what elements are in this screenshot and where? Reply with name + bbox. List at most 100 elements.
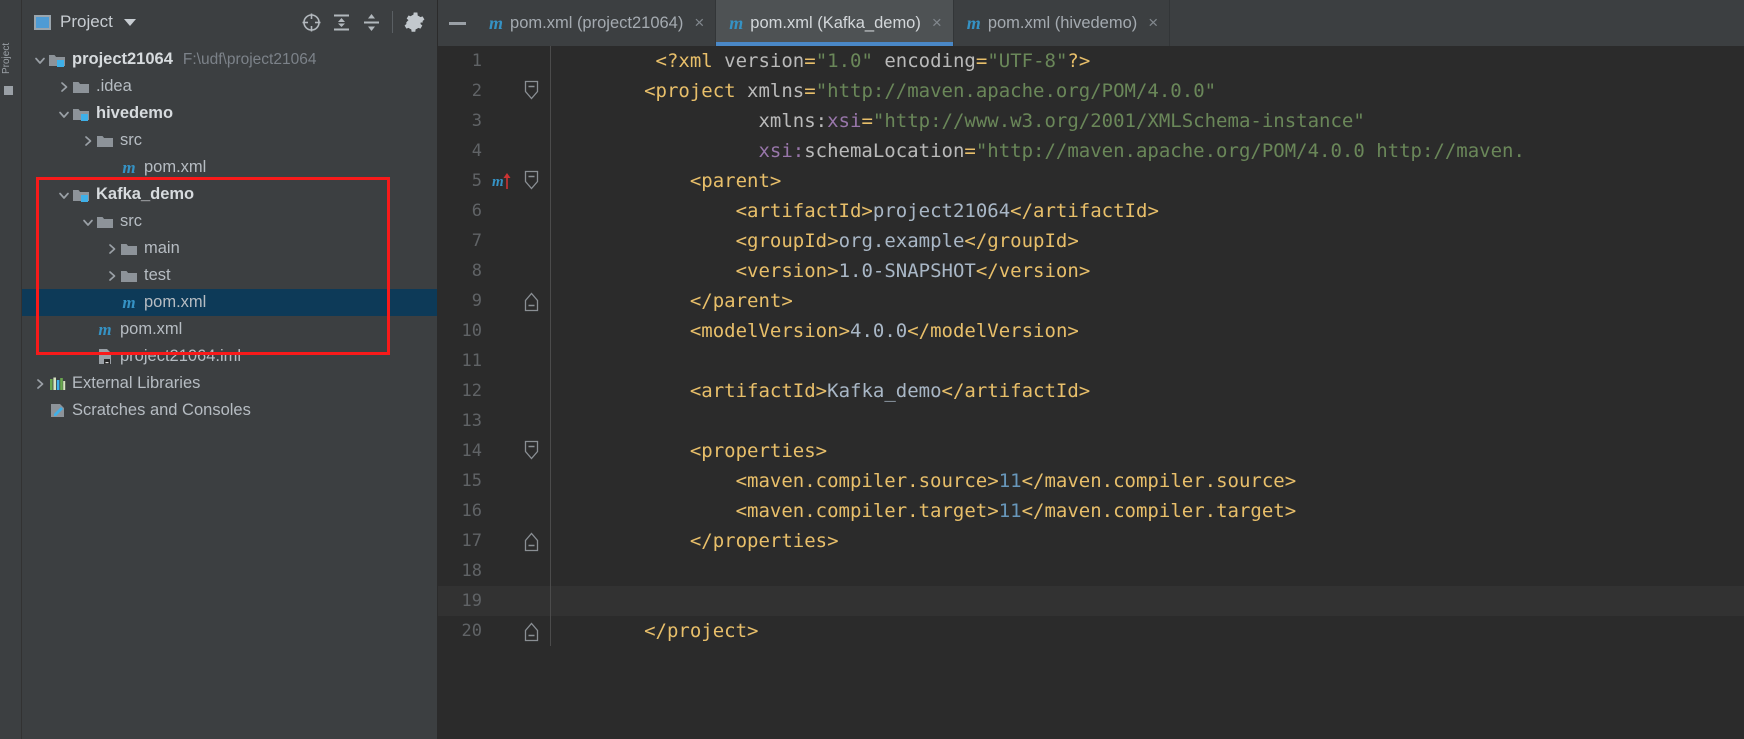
tree-twisty-empty	[32, 397, 47, 424]
code-line-12[interactable]: 12 <artifactId>Kafka_demo</artifactId>	[438, 376, 1744, 406]
gutter-separator	[546, 496, 556, 526]
fold-slot-empty	[516, 316, 546, 346]
project-panel-header: Project	[22, 0, 437, 44]
code-line-13[interactable]: 13	[438, 406, 1744, 436]
tree-item-kafka-src[interactable]: src	[22, 208, 437, 235]
folder-icon	[119, 235, 139, 262]
tree-item-kafka-test[interactable]: test	[22, 262, 437, 289]
tree-item-label: .idea	[96, 77, 132, 95]
tree-twisty-empty	[80, 343, 95, 370]
fold-slot-empty	[516, 46, 546, 76]
code-line-10[interactable]: 10 <modelVersion>4.0.0</modelVersion>	[438, 316, 1744, 346]
editor-tab-1[interactable]: m pom.xml (Kafka_demo) ×	[716, 0, 954, 46]
module-folder-icon	[71, 181, 91, 208]
code-line-3[interactable]: 3 xmlns:xsi="http://www.w3.org/2001/XMLS…	[438, 106, 1744, 136]
folder-icon	[71, 73, 91, 100]
gutter-marker-slot	[490, 136, 516, 166]
fold-collapse-icon[interactable]	[516, 76, 546, 106]
line-number: 10	[461, 321, 482, 341]
collapse-all-icon[interactable]	[356, 7, 386, 37]
fold-collapse-icon[interactable]	[516, 166, 546, 196]
tree-item-iml[interactable]: project21064.iml	[22, 343, 437, 370]
gutter-separator	[546, 136, 556, 166]
code-line-19[interactable]: 19	[438, 586, 1744, 616]
fold-slot-empty	[516, 556, 546, 586]
project-tool-window: Project project21064 F:\udf\project21064…	[22, 0, 438, 739]
tree-item-kafka-demo[interactable]: Kafka_demo	[22, 181, 437, 208]
gutter-separator	[546, 166, 556, 196]
code-editor[interactable]: 1 <?xml version="1.0" encoding="UTF-8"?>…	[438, 46, 1744, 739]
chevron-right-icon[interactable]	[104, 262, 119, 289]
fold-end-icon[interactable]	[516, 616, 546, 646]
gutter-separator	[546, 586, 556, 616]
line-number: 13	[461, 411, 482, 431]
fold-collapse-icon[interactable]	[516, 436, 546, 466]
tree-item-kafka-pom[interactable]: m pom.xml	[22, 289, 437, 316]
tree-item-label: main	[144, 239, 180, 257]
code-line-9[interactable]: 9 </parent>	[438, 286, 1744, 316]
code-line-16[interactable]: 16 <maven.compiler.target>11</maven.comp…	[438, 496, 1744, 526]
code-line-4[interactable]: 4 xsi:schemaLocation="http://maven.apach…	[438, 136, 1744, 166]
project-tree[interactable]: project21064 F:\udf\project21064 .idea hive…	[22, 44, 437, 739]
editor-tab-2[interactable]: m pom.xml (hivedemo) ×	[954, 0, 1171, 46]
expand-all-icon[interactable]	[326, 7, 356, 37]
code-line-8[interactable]: 8 <version>1.0-SNAPSHOT</version>	[438, 256, 1744, 286]
code-line-2[interactable]: 2 <project xmlns="http://maven.apache.or…	[438, 76, 1744, 106]
gutter-separator	[546, 226, 556, 256]
code-line-14[interactable]: 14 <properties>	[438, 436, 1744, 466]
tool-window-tab-project[interactable]: Project	[1, 4, 21, 74]
tree-item-kafka-main[interactable]: main	[22, 235, 437, 262]
settings-gear-icon[interactable]	[399, 7, 429, 37]
fold-slot-empty	[516, 346, 546, 376]
tree-item-hivedemo[interactable]: hivedemo	[22, 100, 437, 127]
select-opened-file-icon[interactable]	[296, 7, 326, 37]
code-line-text: <?xml version="1.0" encoding="UTF-8"?>	[564, 50, 1091, 72]
line-number: 3	[471, 111, 482, 131]
fold-end-icon[interactable]	[516, 286, 546, 316]
tree-item-hivedemo-pom[interactable]: m pom.xml	[22, 154, 437, 181]
gutter-separator	[546, 436, 556, 466]
code-line-text: <modelVersion>4.0.0</modelVersion>	[564, 320, 1079, 342]
chevron-right-icon[interactable]	[104, 235, 119, 262]
gutter-marker-slot	[490, 316, 516, 346]
chevron-right-icon[interactable]	[56, 73, 71, 100]
chevron-down-icon[interactable]	[56, 100, 71, 127]
code-line-5[interactable]: 5m <parent>	[438, 166, 1744, 196]
code-line-15[interactable]: 15 <maven.compiler.source>11</maven.comp…	[438, 466, 1744, 496]
code-line-1[interactable]: 1 <?xml version="1.0" encoding="UTF-8"?>	[438, 46, 1744, 76]
code-line-18[interactable]: 18	[438, 556, 1744, 586]
chevron-down-icon[interactable]	[80, 208, 95, 235]
editor-tab-0[interactable]: m pom.xml (project21064) ×	[476, 0, 717, 46]
chevron-down-icon[interactable]	[32, 46, 47, 73]
iml-file-icon	[95, 343, 115, 370]
gutter-marker-slot	[490, 256, 516, 286]
tree-item-external-libs[interactable]: External Libraries	[22, 370, 437, 397]
tree-item-root-pom[interactable]: m pom.xml	[22, 316, 437, 343]
chevron-down-icon[interactable]	[56, 181, 71, 208]
close-icon[interactable]: ×	[1148, 13, 1158, 33]
code-line-7[interactable]: 7 <groupId>org.example</groupId>	[438, 226, 1744, 256]
chevron-right-icon[interactable]	[80, 127, 95, 154]
chevron-right-icon[interactable]	[32, 370, 47, 397]
code-line-20[interactable]: 20 </project>	[438, 616, 1744, 646]
gutter-separator	[546, 466, 556, 496]
tool-window-tab-structure-icon[interactable]	[4, 86, 13, 95]
code-line-6[interactable]: 6 <artifactId>project21064</artifactId>	[438, 196, 1744, 226]
chevron-down-icon[interactable]	[123, 18, 136, 26]
tree-item-project21064[interactable]: project21064 F:\udf\project21064	[22, 46, 437, 73]
fold-slot-empty	[516, 256, 546, 286]
close-icon[interactable]: ×	[694, 13, 704, 33]
tree-item-scratches[interactable]: Scratches and Consoles	[22, 397, 437, 424]
editor-tab-label: pom.xml (Kafka_demo)	[750, 13, 921, 32]
code-line-11[interactable]: 11	[438, 346, 1744, 376]
tree-item-idea[interactable]: .idea	[22, 73, 437, 100]
tree-item-hivedemo-src[interactable]: src	[22, 127, 437, 154]
maven-run-m-icon[interactable]: m	[492, 172, 516, 196]
tree-item-label: pom.xml	[144, 293, 207, 311]
close-icon[interactable]: ×	[932, 13, 942, 33]
fold-end-icon[interactable]	[516, 526, 546, 556]
code-line-17[interactable]: 17 </properties>	[438, 526, 1744, 556]
